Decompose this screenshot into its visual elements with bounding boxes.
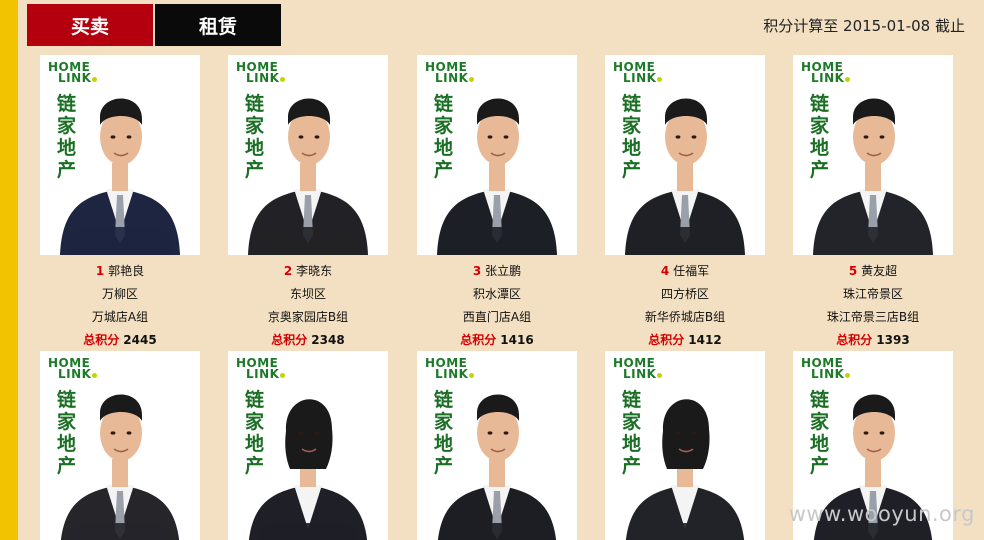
agent-area: 万柳区 [101,287,138,301]
agent-area: 积水潭区 [472,287,521,301]
logo-line2: LINK [613,72,663,84]
agent-photo[interactable]: HOME LINK 链家地产 [605,55,765,255]
logo-line2: LINK [48,368,98,380]
agent-photo[interactable]: HOME LINK 链家地产 [40,55,200,255]
agent-info: 2 李晓东东坝区京奥家园店B组总积分 2348 [208,260,408,352]
agent-photo[interactable]: HOME LINK 链家地产 [605,351,765,540]
agent-name-row: 1 郭艳良 [20,260,220,283]
logo-line2: LINK [48,72,98,84]
agent-photo[interactable]: HOME LINK 链家地产 [793,55,953,255]
agent-score-row: 总积分 1393 [773,329,973,352]
agent-photo[interactable]: HOME LINK 链家地产 [40,351,200,540]
logo-line2: LINK [425,72,475,84]
agent-name[interactable]: 黄友超 [861,264,897,278]
agent-info: 5 黄友超珠江帝景区珠江帝景三店B组总积分 1393 [773,260,973,352]
tab-rent[interactable]: 租赁 [155,4,281,46]
homelink-logo: HOME LINK [48,357,98,380]
homelink-logo: HOME LINK [801,61,851,84]
ranking-panel: 买卖 租赁 积分计算至 2015-01-08 截止 HOME LINK 链家地产 1 郭… [18,0,984,540]
agent-score-row: 总积分 2445 [20,329,220,352]
score-label: 总积分 [836,333,873,347]
agent-rank: 3 [472,264,482,278]
agent-photo[interactable]: HOME LINK 链家地产 [417,351,577,540]
homelink-logo: HOME LINK [425,357,475,380]
logo-line2: LINK [801,368,851,380]
brand-text: 链家地产 [622,93,642,181]
agent-photo[interactable]: HOME LINK 链家地产 [228,351,388,540]
homelink-logo: HOME LINK [425,61,475,84]
homelink-logo: HOME LINK [48,61,98,84]
homelink-logo: HOME LINK [801,357,851,380]
score-cutoff-date: 积分计算至 2015-01-08 截止 [763,17,965,35]
agent-store: 京奥家园店B组 [267,310,349,324]
agent-photo[interactable]: HOME LINK 链家地产 [417,55,577,255]
logo-line2: LINK [425,368,475,380]
logo-line2: LINK [236,72,286,84]
agent-score: 1412 [688,333,722,347]
agent-rank: 5 [848,264,858,278]
brand-text: 链家地产 [810,93,830,181]
agent-score-row: 总积分 2348 [208,329,408,352]
score-label: 总积分 [83,333,120,347]
brand-text: 链家地产 [434,93,454,181]
agent-score: 1416 [500,333,534,347]
logo-line2: LINK [613,368,663,380]
homelink-logo: HOME LINK [236,357,286,380]
agent-area: 东坝区 [289,287,326,301]
agent-score: 1393 [876,333,910,347]
agent-store: 珠江帝景三店B组 [826,310,920,324]
agent-store: 万城店A组 [91,310,149,324]
agent-name[interactable]: 郭艳良 [108,264,144,278]
agent-store: 新华侨城店B组 [644,310,726,324]
brand-text: 链家地产 [622,389,642,477]
watermark: www.wooyun.org [788,502,975,526]
agent-area: 四方桥区 [660,287,709,301]
agent-rank: 1 [95,264,105,278]
homelink-logo: HOME LINK [613,357,663,380]
brand-text: 链家地产 [57,389,77,477]
agent-score-row: 总积分 1416 [397,329,597,352]
homelink-logo: HOME LINK [236,61,286,84]
agent-store: 西直门店A组 [462,310,532,324]
agent-name-row: 5 黄友超 [773,260,973,283]
agent-info: 1 郭艳良万柳区万城店A组总积分 2445 [20,260,220,352]
agent-score-row: 总积分 1412 [585,329,785,352]
agent-name[interactable]: 李晓东 [296,264,332,278]
brand-text: 链家地产 [57,93,77,181]
brand-text: 链家地产 [810,389,830,477]
homelink-logo: HOME LINK [613,61,663,84]
agent-name[interactable]: 张立鹏 [485,264,521,278]
logo-line2: LINK [236,368,286,380]
score-label: 总积分 [648,333,685,347]
agent-info: 4 任福军四方桥区新华侨城店B组总积分 1412 [585,260,785,352]
tab-buy[interactable]: 买卖 [27,4,153,46]
agent-photo[interactable]: HOME LINK 链家地产 [228,55,388,255]
agent-info: 3 张立鹏 积水潭区 西直门店A组 总积分 1416 [397,260,597,352]
score-label: 总积分 [460,333,497,347]
agent-name[interactable]: 任福军 [673,264,709,278]
agent-score: 2348 [311,333,345,347]
agent-score: 2445 [123,333,157,347]
agent-rank: 2 [283,264,293,278]
agent-name-row: 3 张立鹏 [397,260,597,283]
agent-rank: 4 [660,264,670,278]
agent-name-row: 2 李晓东 [208,260,408,283]
brand-text: 链家地产 [245,93,265,181]
score-label: 总积分 [271,333,308,347]
logo-line2: LINK [801,72,851,84]
brand-text: 链家地产 [434,389,454,477]
agent-name-row: 4 任福军 [585,260,785,283]
brand-text: 链家地产 [245,389,265,477]
agent-area: 珠江帝景区 [842,287,903,301]
